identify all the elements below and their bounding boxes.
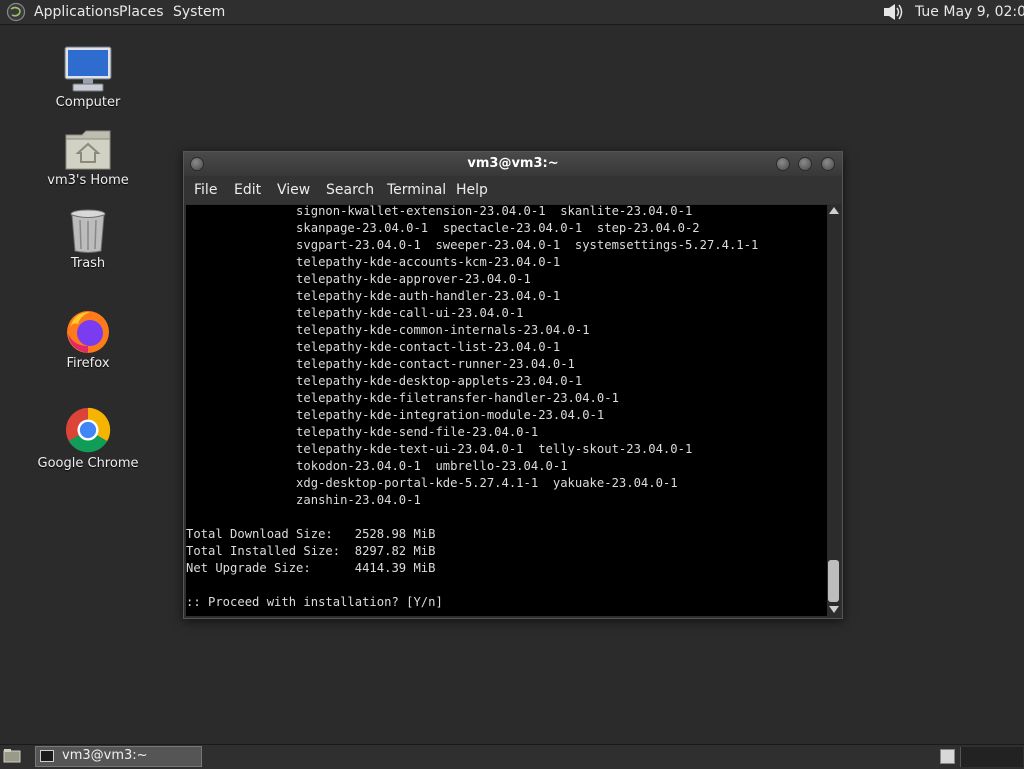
chrome-icon (65, 407, 111, 453)
desktop-icon-label: Firefox (66, 356, 110, 371)
window-titlebar[interactable]: vm3@vm3:~ (184, 152, 842, 176)
clock[interactable]: Tue May 9, 02:08 (915, 3, 1024, 21)
taskbar-button-label: vm3@vm3:~ (62, 748, 148, 763)
terminal-line: telepathy-kde-call-ui-23.04.0-1 (186, 306, 524, 320)
window-title: vm3@vm3:~ (467, 156, 559, 171)
desktop-icon-label: Google Chrome (37, 456, 139, 471)
menu-view[interactable]: View (277, 182, 310, 198)
firefox-icon (67, 311, 109, 353)
desktop-icon-home[interactable]: vm3's Home (33, 127, 143, 188)
terminal-output[interactable]: signon-kwallet-extension-23.04.0-1 skanl… (186, 205, 827, 616)
terminal-prompt-line: :: Proceed with installation? [Y/n] (186, 595, 443, 609)
top-panel: Applications Places System Tue May 9, 02… (0, 0, 1024, 25)
menu-terminal[interactable]: Terminal (387, 182, 446, 198)
system-menu[interactable]: System (173, 3, 225, 21)
menu-edit[interactable]: Edit (234, 182, 261, 198)
places-menu[interactable]: Places (119, 3, 164, 21)
scroll-up-arrow-icon[interactable] (829, 207, 839, 214)
trash-icon (70, 209, 106, 253)
terminal-icon (40, 750, 54, 762)
terminal-line: telepathy-kde-integration-module-23.04.0… (186, 408, 605, 422)
distro-logo-icon[interactable] (6, 2, 26, 22)
menu-search[interactable]: Search (326, 182, 374, 198)
terminal-line: telepathy-kde-send-file-23.04.0-1 (186, 425, 539, 439)
terminal-line: telepathy-kde-filetransfer-handler-23.04… (186, 391, 619, 405)
scrollbar-thumb[interactable] (828, 560, 839, 602)
terminal-menubar: File Edit View Search Terminal Help (184, 176, 842, 204)
minimize-button[interactable] (776, 157, 790, 171)
terminal-line: telepathy-kde-auth-handler-23.04.0-1 (186, 289, 561, 303)
terminal-line: telepathy-kde-contact-runner-23.04.0-1 (186, 357, 575, 371)
workspace-2-switcher[interactable] (960, 747, 1023, 767)
terminal-scrollbar[interactable] (827, 205, 840, 616)
terminal-window: vm3@vm3:~ File Edit View Search Terminal… (183, 151, 843, 619)
volume-icon[interactable] (882, 2, 904, 22)
terminal-line: tokodon-23.04.0-1 umbrello-23.04.0-1 (186, 459, 568, 473)
terminal-line: telepathy-kde-contact-list-23.04.0-1 (186, 340, 561, 354)
computer-icon (64, 46, 112, 92)
terminal-line: telepathy-kde-text-ui-23.04.0-1 telly-sk… (186, 442, 693, 456)
show-desktop-icon[interactable] (3, 748, 21, 765)
terminal-line: telepathy-kde-approver-23.04.0-1 (186, 272, 531, 286)
terminal-line: svgpart-23.04.0-1 sweeper-23.04.0-1 syst… (186, 238, 759, 252)
desktop-icon-trash[interactable]: Trash (33, 208, 143, 271)
taskbar-terminal-button[interactable]: vm3@vm3:~ (35, 746, 202, 767)
desktop-icon-firefox[interactable]: Firefox (33, 308, 143, 371)
home-folder-icon (65, 130, 111, 170)
terminal-line: Total Installed Size: 8297.82 MiB (186, 544, 436, 558)
desktop-icon-label: Trash (70, 256, 106, 271)
maximize-button[interactable] (798, 157, 812, 171)
terminal-line: zanshin-23.04.0-1 (186, 493, 421, 507)
desktop-icon-label: vm3's Home (47, 173, 129, 188)
desktop-icon-chrome[interactable]: Google Chrome (33, 406, 143, 471)
terminal-line: telepathy-kde-common-internals-23.04.0-1 (186, 323, 590, 337)
menu-file[interactable]: File (194, 182, 217, 198)
terminal-line: Total Download Size: 2528.98 MiB (186, 527, 436, 541)
terminal-line: skanpage-23.04.0-1 spectacle-23.04.0-1 s… (186, 221, 700, 235)
applications-menu[interactable]: Applications (34, 3, 120, 21)
terminal-line: signon-kwallet-extension-23.04.0-1 skanl… (186, 205, 693, 218)
scroll-down-arrow-icon[interactable] (829, 606, 839, 613)
terminal-line: telepathy-kde-desktop-applets-23.04.0-1 (186, 374, 583, 388)
terminal-line: Net Upgrade Size: 4414.39 MiB (186, 561, 436, 575)
desktop-icon-label: Computer (55, 95, 121, 110)
workspace-1-switcher[interactable] (940, 749, 955, 764)
close-button[interactable] (821, 157, 835, 171)
terminal-line: telepathy-kde-accounts-kcm-23.04.0-1 (186, 255, 561, 269)
bottom-panel: vm3@vm3:~ (0, 744, 1024, 769)
desktop-icon-computer[interactable]: Computer (33, 45, 143, 110)
menu-help[interactable]: Help (456, 182, 488, 198)
terminal-line: xdg-desktop-portal-kde-5.27.4.1-1 yakuak… (186, 476, 678, 490)
